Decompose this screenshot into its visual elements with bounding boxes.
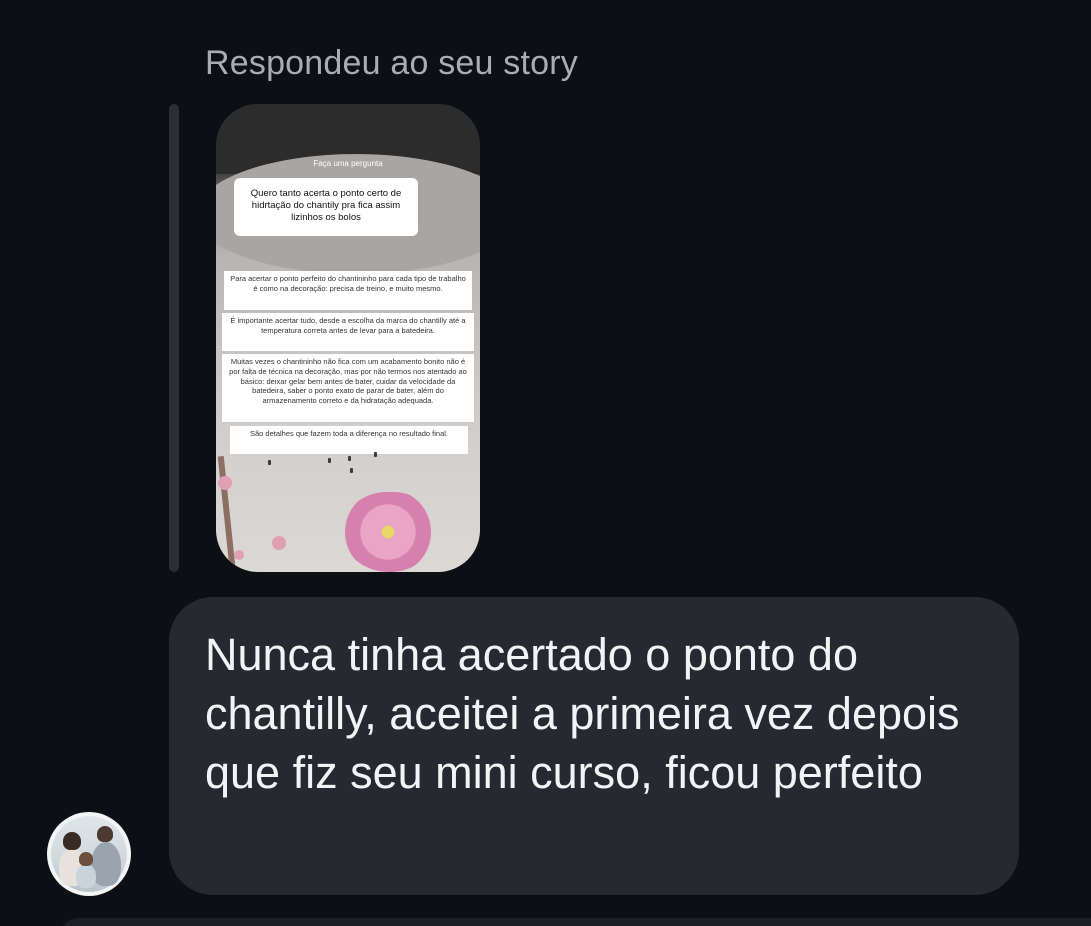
quote-bar bbox=[169, 104, 179, 572]
avatar-child-head bbox=[79, 852, 93, 866]
story-question-box: Quero tanto acerta o ponto certo de hidr… bbox=[234, 178, 418, 236]
story-answer-2: É importante acertar tudo, desde a escol… bbox=[222, 313, 474, 351]
next-message-edge bbox=[60, 918, 1091, 926]
cake-speck bbox=[348, 456, 351, 461]
story-preview[interactable]: Faça uma pergunta Quero tanto acerta o p… bbox=[216, 104, 480, 572]
avatar-person-head bbox=[63, 832, 81, 850]
story-answer-4: São detalhes que fazem toda a diferença … bbox=[230, 426, 468, 454]
avatar-child bbox=[76, 864, 96, 888]
story-question-header: Faça uma pergunta bbox=[313, 159, 383, 168]
flower-bud bbox=[234, 550, 244, 560]
cake-speck bbox=[328, 458, 331, 463]
flower-bud bbox=[272, 536, 286, 550]
chat-screen: Respondeu ao seu story Faça uma pergunta… bbox=[0, 0, 1091, 926]
sender-avatar[interactable] bbox=[47, 812, 131, 896]
cake-flower-decoration bbox=[342, 492, 434, 572]
story-answer-3: Muitas vezes o chantininho não fica com … bbox=[222, 354, 474, 422]
cake-speck bbox=[350, 468, 353, 473]
cake-speck bbox=[268, 460, 271, 465]
story-reply-label: Respondeu ao seu story bbox=[205, 44, 578, 82]
avatar-person-head bbox=[97, 826, 113, 842]
flower-bud bbox=[218, 476, 232, 490]
message-bubble[interactable]: Nunca tinha acertado o ponto do chantill… bbox=[169, 597, 1019, 895]
cake-speck bbox=[374, 452, 377, 457]
message-text: Nunca tinha acertado o ponto do chantill… bbox=[205, 629, 960, 798]
story-answer-1: Para acertar o ponto perfeito do chantin… bbox=[224, 271, 472, 310]
